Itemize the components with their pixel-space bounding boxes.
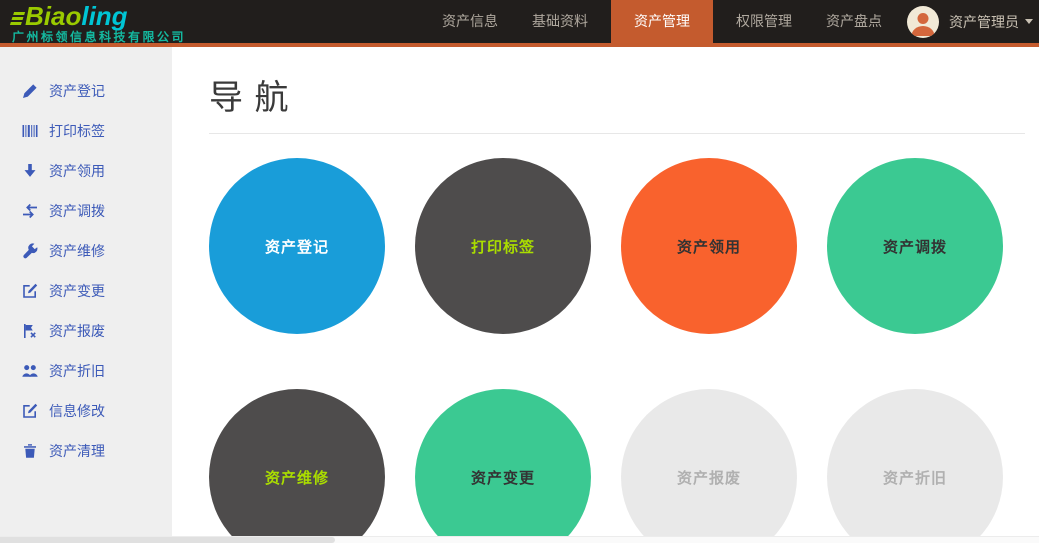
sidebar-item-asset-transfer[interactable]: 资产调拨 (0, 191, 172, 231)
pencil-icon (22, 83, 38, 99)
top-navigation: 资产信息 基础资料 资产管理 权限管理 资产盘点 资产管理员 (425, 0, 1033, 43)
circle-asset-repair[interactable]: 资产维修 (209, 389, 385, 543)
sidebar-item-asset-repair[interactable]: 资产维修 (0, 231, 172, 271)
circle-row: 资产登记 打印标签 资产领用 资产调拨 (209, 158, 1039, 334)
circle-print-label[interactable]: 打印标签 (415, 158, 591, 334)
sidebar-item-info-modify[interactable]: 信息修改 (0, 391, 172, 431)
brand-part-cyan: ling (81, 1, 127, 31)
sidebar-item-label: 资产领用 (49, 161, 105, 181)
transfer-arrows-icon (22, 203, 38, 219)
users-icon (22, 363, 38, 379)
tab-asset-info[interactable]: 资产信息 (425, 0, 515, 43)
sidebar-item-asset-change[interactable]: 资产变更 (0, 271, 172, 311)
sidebar-item-label: 打印标签 (49, 121, 105, 141)
title-divider (209, 133, 1025, 134)
sidebar-item-label: 资产登记 (49, 81, 105, 101)
wrench-icon (22, 243, 38, 259)
sidebar-item-label: 信息修改 (49, 401, 105, 421)
sidebar-menu: 资产登记 打印标签 资产领用 资产调拨 资产维修 资产变更 (0, 47, 172, 471)
scrollbar-thumb[interactable] (0, 537, 335, 543)
sidebar-item-asset-depreciation[interactable]: 资产折旧 (0, 351, 172, 391)
chevron-down-icon (1025, 19, 1033, 24)
user-avatar-icon[interactable] (907, 6, 939, 38)
brand-part-green: Biao (25, 1, 81, 31)
logo-stripes-icon (10, 12, 25, 25)
sidebar-item-print-label[interactable]: 打印标签 (0, 111, 172, 151)
brand-wordmark: Biaoling (12, 3, 186, 29)
sidebar-item-label: 资产变更 (49, 281, 105, 301)
sidebar-item-label: 资产折旧 (49, 361, 105, 381)
circle-asset-receive[interactable]: 资产领用 (621, 158, 797, 334)
top-header: Biaoling 广州标领信息科技有限公司 资产信息 基础资料 资产管理 权限管… (0, 0, 1039, 47)
company-logo: Biaoling 广州标领信息科技有限公司 (12, 3, 186, 43)
circle-row: 资产维修 资产变更 资产报废 资产折旧 (209, 389, 1039, 543)
sidebar-item-asset-cleanup[interactable]: 资产清理 (0, 431, 172, 471)
tab-permission-management[interactable]: 权限管理 (719, 0, 809, 43)
navigation-circles: 资产登记 打印标签 资产领用 资产调拨 资产维修 资产变更 资产报废 资产折旧 (209, 158, 1039, 543)
horizontal-scrollbar (0, 536, 1039, 543)
circle-asset-register[interactable]: 资产登记 (209, 158, 385, 334)
page-title: 导 航 (209, 70, 1039, 119)
circle-asset-scrap[interactable]: 资产报废 (621, 389, 797, 543)
sidebar-item-label: 资产清理 (49, 441, 105, 461)
circle-asset-change[interactable]: 资产变更 (415, 389, 591, 543)
flag-x-icon (22, 323, 38, 339)
trash-icon (22, 443, 38, 459)
sidebar: 资产登记 打印标签 资产领用 资产调拨 资产维修 资产变更 (0, 47, 172, 536)
edit-square-icon (22, 403, 38, 419)
sidebar-item-asset-receive[interactable]: 资产领用 (0, 151, 172, 191)
arrow-down-icon (22, 163, 38, 179)
barcode-icon (22, 123, 38, 139)
tab-asset-inventory[interactable]: 资产盘点 (809, 0, 899, 43)
sidebar-item-label: 资产报废 (49, 321, 105, 341)
company-name: 广州标领信息科技有限公司 (12, 31, 186, 43)
sidebar-item-label: 资产维修 (49, 241, 105, 261)
sidebar-item-asset-register[interactable]: 资产登记 (0, 71, 172, 111)
sidebar-item-label: 资产调拨 (49, 201, 105, 221)
tab-asset-management[interactable]: 资产管理 (611, 0, 713, 43)
user-menu[interactable]: 资产管理员 (907, 0, 1033, 43)
edit-square-icon (22, 283, 38, 299)
tab-base-data[interactable]: 基础资料 (515, 0, 605, 43)
circle-asset-depreciation[interactable]: 资产折旧 (827, 389, 1003, 543)
user-name-label: 资产管理员 (949, 12, 1019, 32)
sidebar-item-asset-scrap[interactable]: 资产报废 (0, 311, 172, 351)
circle-asset-transfer[interactable]: 资产调拨 (827, 158, 1003, 334)
main-content: 导 航 资产登记 打印标签 资产领用 资产调拨 资产维修 资产变更 资产报废 资… (172, 47, 1039, 543)
user-name[interactable]: 资产管理员 (949, 12, 1033, 32)
